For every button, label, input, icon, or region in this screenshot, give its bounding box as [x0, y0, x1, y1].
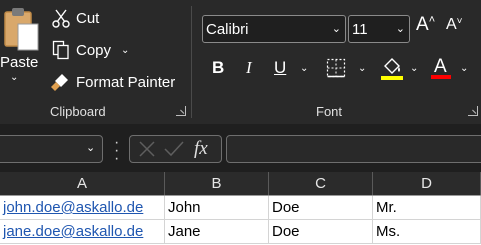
svg-text:A: A: [434, 56, 447, 77]
grow-font-label: A: [416, 14, 429, 35]
dialog-launcher-icon[interactable]: [468, 106, 478, 116]
cell-d2[interactable]: Ms.: [373, 220, 481, 244]
cell-b1[interactable]: John: [165, 196, 269, 220]
copy-icon: [52, 40, 69, 60]
font-color-button[interactable]: A: [430, 54, 452, 82]
column-header-a[interactable]: A: [0, 172, 165, 195]
cell-grid: john.doe@askallo.de John Doe Mr. jane.do…: [0, 196, 481, 245]
cell-a1[interactable]: john.doe@askallo.de: [0, 196, 165, 220]
cell-b2[interactable]: Jane: [165, 220, 269, 244]
chevron-down-icon[interactable]: ⌄: [86, 141, 95, 154]
paint-bucket-icon: [381, 58, 403, 80]
column-header-d[interactable]: D: [373, 172, 481, 195]
font-name-select[interactable]: Calibri ⌄: [202, 15, 346, 43]
chevron-down-icon[interactable]: ⌄: [10, 72, 18, 83]
border-icon: [326, 58, 346, 78]
font-name-value: Calibri: [206, 20, 249, 38]
bold-button[interactable]: B: [212, 58, 224, 78]
font-size-value: 11: [352, 20, 368, 38]
borders-button[interactable]: [326, 58, 346, 78]
chevron-down-icon[interactable]: ⌄: [396, 22, 405, 35]
paste-button[interactable]: [0, 4, 42, 92]
caret-up-icon: ˄: [428, 14, 436, 26]
group-divider: [191, 6, 192, 118]
increase-font-size-button[interactable]: A˄: [416, 14, 435, 36]
cut-button[interactable]: Cut: [52, 6, 112, 30]
copy-label: Copy: [76, 41, 112, 59]
font-color-icon: A: [431, 56, 451, 79]
formula-input[interactable]: [226, 135, 481, 163]
enter-check-icon[interactable]: [163, 139, 185, 159]
more-dots-icon[interactable]: · · ·: [114, 135, 119, 167]
cancel-icon[interactable]: [137, 139, 157, 159]
copy-button[interactable]: Copy ⌄: [52, 38, 142, 62]
cell-c1[interactable]: Doe: [269, 196, 373, 220]
italic-button[interactable]: I: [246, 58, 252, 78]
caret-down-icon: ˅: [456, 16, 463, 27]
chevron-down-icon[interactable]: ⌄: [332, 22, 341, 35]
cell-d1[interactable]: Mr.: [373, 196, 481, 220]
dialog-launcher-icon[interactable]: [176, 106, 186, 116]
chevron-down-icon[interactable]: ⌄: [410, 63, 418, 74]
cut-label: Cut: [76, 9, 100, 27]
shrink-font-label: A: [446, 16, 457, 33]
font-size-select[interactable]: 11 ⌄: [348, 15, 410, 43]
chevron-down-icon[interactable]: ⌄: [300, 63, 308, 74]
paste-label: Paste: [0, 54, 39, 71]
format-painter-label: Format Painter: [76, 73, 176, 91]
insert-function-button[interactable]: fx: [194, 138, 208, 160]
cell-a2[interactable]: jane.doe@askallo.de: [0, 220, 165, 244]
fill-color-button[interactable]: [380, 56, 404, 82]
chevron-down-icon[interactable]: ⌄: [358, 63, 366, 74]
format-painter-button[interactable]: Format Painter: [50, 70, 180, 94]
scissors-icon: [52, 9, 70, 28]
paintbrush-icon: [51, 74, 68, 91]
formula-buttons: fx: [129, 135, 222, 163]
column-header-b[interactable]: B: [165, 172, 269, 195]
cell-c2[interactable]: Doe: [269, 220, 373, 244]
clipboard-group-label: Clipboard: [50, 104, 106, 119]
column-header-c[interactable]: C: [269, 172, 373, 195]
decrease-font-size-button[interactable]: A˅: [446, 16, 463, 34]
font-group-label: Font: [316, 104, 343, 119]
column-header-row: A B C D: [0, 172, 481, 196]
ribbon: Paste ⌄ Cut Copy ⌄ Format Painter Clipbo…: [0, 0, 481, 124]
chevron-down-icon[interactable]: ⌄: [460, 63, 468, 74]
underline-button[interactable]: U: [274, 58, 286, 78]
chevron-down-icon[interactable]: ⌄: [121, 45, 129, 56]
clipboard-icon: [4, 8, 39, 51]
